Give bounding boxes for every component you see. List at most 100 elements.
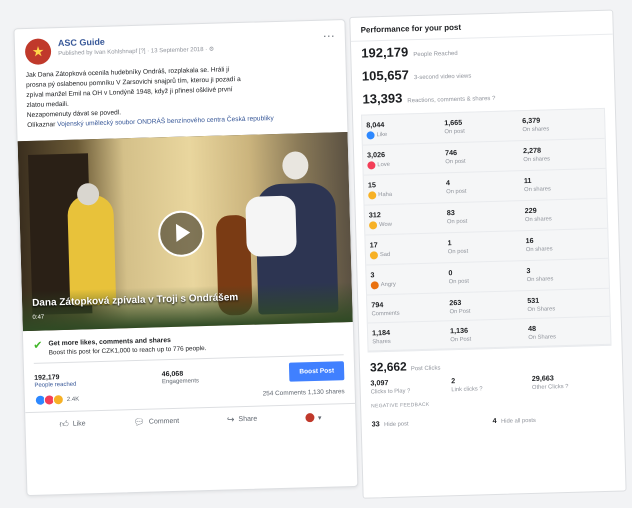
stat-label[interactable]: Reactions, comments & shares ? [407,96,495,104]
chevron-down-icon: ▾ [317,414,322,422]
breakdown-label-text: Sad [379,251,391,259]
stat-value: 105,657 [361,67,410,84]
breakdown-label: On Shares [527,305,605,313]
breakdown-cell: 746 On post [445,146,524,167]
breakdown-label: On Post [450,335,528,344]
breakdown-value: 1,184 [371,327,391,338]
comments-shares-count[interactable]: 254 Comments 1,130 shares [263,388,345,397]
post-as-selector[interactable]: ▾ [304,413,322,423]
clicks-label[interactable]: Other Clicks ? [532,383,613,391]
facebook-post-card: ★ ASC Guide Published by Ivan Kohlshnapf… [13,19,359,497]
stat-label: 3-second video views [413,73,472,82]
share-icon: ↪ [226,414,235,425]
checkmark-icon: ✔ [33,339,43,352]
link-prefix: Olíkaznar [27,121,56,129]
more-options-icon[interactable]: ··· [323,28,335,42]
angry-reaction-icon [370,281,379,290]
breakdown-cell: 1 On post [447,236,526,257]
clicks-label[interactable]: Link clicks ? [451,385,532,393]
video-player[interactable]: Dana Zátopková zpívala v Troji s Ondráše… [17,132,353,332]
love-reaction-icon [367,161,376,170]
breakdown-label-text: On shares [526,276,554,284]
breakdown-cell: 263 On Post [449,296,527,315]
breakdown-label: Love [367,159,445,170]
breakdown-label-text: On Post [450,336,472,344]
breakdown-label-text: On post [447,248,469,256]
clicks-value: 29,663 [531,373,554,383]
breakdown-cell: 2,278 On shares [523,144,602,165]
page-avatar-small [304,413,315,423]
breakdown-value: 83 [446,208,455,218]
breakdown-label: On post [444,127,522,136]
breakdown-cell: 4 On post [446,176,525,197]
share-button[interactable]: ↪ Share [227,414,258,426]
breakdown-value: 312 [368,210,381,220]
breakdown-value: 3 [526,265,531,276]
breakdown-label: On shares [523,155,601,163]
page-avatar[interactable]: ★ [24,38,52,65]
hide-post-stat: 33 Hide post [371,410,492,431]
breakdown-label: Comments [371,309,449,318]
breakdown-label-text: Like [376,131,388,139]
breakdown-label-text: Angry [380,281,396,289]
breakdown-cell: 312 Wow [368,208,448,230]
like-button[interactable]: 👍︎ Like [59,418,86,430]
hide-all-posts-stat: 4 Hide all posts [492,407,613,428]
people-reached-block: 192,179 People reached [34,371,162,389]
breakdown-label: On shares [522,125,600,133]
breakdown-value: 1,665 [444,117,463,128]
post-text: Jak Dana Zátopková ocenila hudebníky Ond… [16,60,348,135]
clicks-to-play: 3,097 Clicks to Play ? [370,376,451,395]
breakdown-label: On post [447,247,526,256]
boost-suggestion-text: Get more likes, comments and shares Boos… [48,336,206,356]
breakdown-label-text: On post [446,218,468,226]
breakdown-cell: 0 On post [448,266,527,287]
breakdown-cell: 17 Sad [369,238,449,260]
breakdown-cell: 83 On post [447,206,526,227]
breakdown-label: On post [446,217,525,226]
clicks-value: 3,097 [370,377,389,388]
breakdown-value: 16 [525,235,534,246]
breakdown-value: 17 [369,240,378,250]
negative-value: 4 [492,415,497,426]
breakdown-label-text: On Shares [528,334,557,342]
clicks-label[interactable]: Clicks to Play ? [371,387,452,395]
breakdown-label: Angry [370,279,449,290]
breakdown-value: 229 [524,205,537,216]
like-reaction-icon [366,131,375,140]
comment-icon: 💬︎ [133,416,145,428]
breakdown-value: 1 [447,238,452,248]
sad-reaction-icon [369,251,379,260]
reactions-breakdown-grid: 8,044 Like 1,665 On post 6,379 On shares 3,026… [360,107,612,353]
breakdown-label-text: Haha [378,191,393,199]
wow-reaction-icon [368,221,378,230]
breakdown-label-text: On Post [449,308,471,316]
negative-value: 33 [371,419,380,429]
breakdown-value: 3 [370,270,375,280]
reactions-count[interactable]: 2.4K [67,391,263,402]
breakdown-cell: 1,665 On post [444,116,523,137]
breakdown-value: 15 [367,180,377,190]
breakdown-label-text: Shares [372,338,391,346]
breakdown-cell: 6,379 On shares [522,114,601,135]
breakdown-label: Shares [372,337,450,346]
breakdown-cell: 1,184 Shares [372,326,450,345]
breakdown-value: 6,379 [522,115,541,126]
breakdown-value: 746 [444,147,458,158]
breakdown-cell: 1,136 On Post [450,324,528,343]
other-clicks: 29,663 Other Clicks ? [532,372,613,391]
breakdown-value: 1,136 [449,325,469,336]
breakdown-label-text: Wow [378,221,392,229]
breakdown-cell: 531 On Shares [527,294,605,313]
share-label: Share [238,415,258,424]
breakdown-cell: 8,044 Like [366,118,445,140]
video-duration: 0:47 [32,314,45,321]
wow-reaction-icon[interactable] [52,394,64,406]
boost-post-button[interactable]: Boost Post [289,361,345,382]
breakdown-label: On post [449,277,527,286]
breakdown-label: On post [446,187,524,196]
comment-button[interactable]: 💬︎ Comment [133,416,179,428]
breakdown-value: 8,044 [366,119,385,130]
breakdown-label: On Shares [528,333,606,341]
breakdown-label: On shares [527,275,605,283]
